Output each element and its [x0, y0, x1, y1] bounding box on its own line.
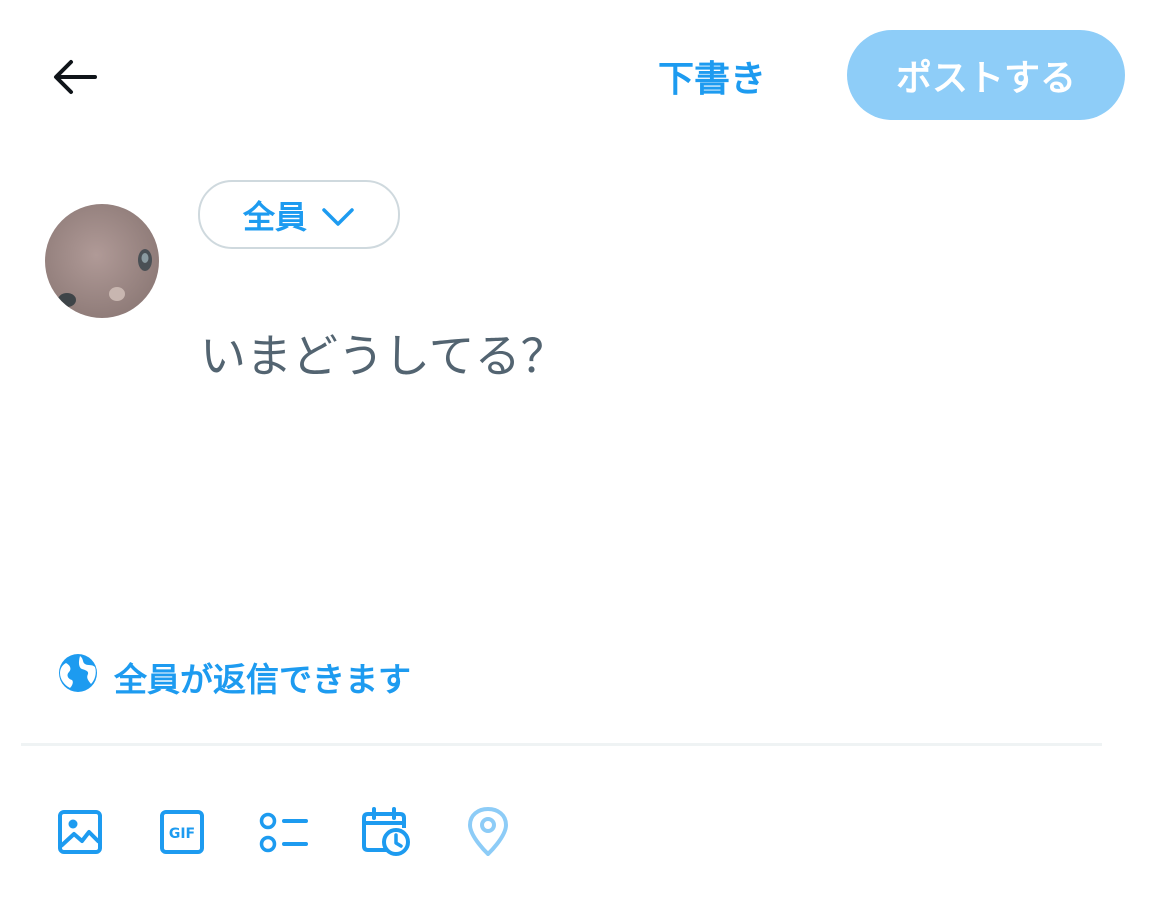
avatar-image — [45, 204, 159, 318]
back-button[interactable] — [40, 42, 110, 112]
draft-button[interactable]: 下書き — [640, 48, 784, 104]
compose-input[interactable] — [200, 320, 1100, 600]
reply-setting-button[interactable]: 全員が返信できます — [58, 652, 411, 702]
post-button[interactable]: ポストする — [847, 30, 1125, 120]
location-button[interactable] — [456, 800, 520, 864]
add-poll-button[interactable] — [252, 800, 316, 864]
schedule-button[interactable] — [354, 800, 418, 864]
location-icon — [468, 807, 508, 856]
poll-icon — [259, 812, 308, 853]
audience-label: 全員 — [242, 197, 307, 236]
chevron-down-icon — [321, 207, 355, 227]
post-label: ポストする — [895, 58, 1076, 99]
avatar[interactable] — [45, 204, 159, 318]
add-gif-button[interactable]: GIF — [150, 800, 214, 864]
reply-setting-label: 全員が返信できます — [114, 660, 411, 699]
image-icon — [58, 810, 102, 854]
draft-label: 下書き — [658, 59, 767, 100]
schedule-icon — [362, 807, 410, 856]
gif-icon-text: GIF — [169, 826, 195, 842]
arrow-left-icon — [54, 60, 97, 94]
globe-icon — [58, 653, 98, 701]
compose-toolbar: GIF — [48, 800, 558, 864]
gif-icon: GIF — [160, 810, 204, 854]
add-image-button[interactable] — [48, 800, 112, 864]
divider — [21, 743, 1102, 746]
audience-selector[interactable]: 全員 — [198, 180, 400, 249]
